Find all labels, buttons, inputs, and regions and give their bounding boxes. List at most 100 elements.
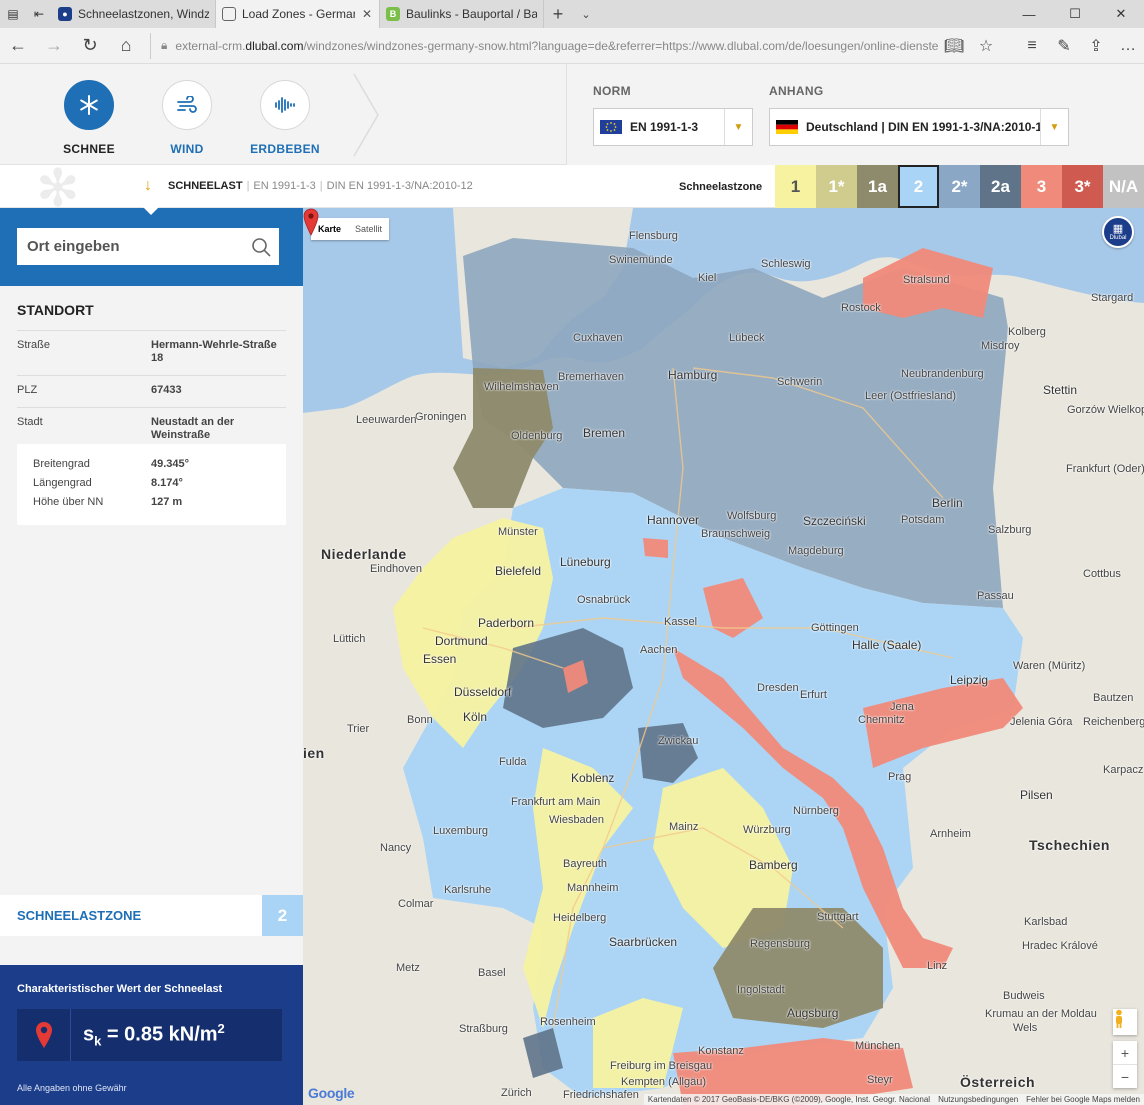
mode-earthquake[interactable]: ERDBEBEN bbox=[236, 64, 334, 165]
eu-flag-icon bbox=[600, 120, 622, 134]
zone-legend-item[interactable]: 2a bbox=[980, 165, 1021, 208]
zone-legend-item[interactable]: 2* bbox=[939, 165, 980, 208]
map-label: Wiesbaden bbox=[549, 814, 605, 826]
map-label: Essen bbox=[423, 652, 457, 666]
map-label: Prag bbox=[888, 771, 912, 783]
zone-legend-item[interactable]: 3 bbox=[1021, 165, 1062, 208]
new-tab-icon[interactable]: + bbox=[544, 0, 572, 28]
browser-tab-load-zones[interactable]: Load Zones - Germany ✕ bbox=[216, 0, 380, 28]
browser-tab-baulinks[interactable]: B Baulinks - Bauportal / Baum bbox=[380, 0, 544, 28]
refresh-icon[interactable]: ↻ bbox=[72, 28, 108, 64]
map-label: Gorzów Wielkopolski bbox=[1067, 404, 1144, 416]
map-label: Magdeburg bbox=[788, 545, 844, 557]
logo-text: Dlubal bbox=[1109, 234, 1127, 241]
detail-value: Neustadt an der Weinstraße bbox=[151, 416, 235, 441]
location-search bbox=[17, 228, 279, 265]
mode-wind[interactable]: WIND bbox=[138, 64, 236, 165]
location-search-input[interactable] bbox=[27, 238, 243, 255]
map-label: Neubrandenburg bbox=[901, 368, 984, 380]
mode-label: ERDBEBEN bbox=[250, 142, 320, 156]
snow-zone-map[interactable]: Karte Satellit ▦ Dlubal Flensburg Kiel R… bbox=[303, 208, 1144, 1105]
zone-legend: 1 1* 1a 2 2* 2a 3 3* N/A bbox=[775, 165, 1144, 208]
zone-legend-item[interactable]: 3* bbox=[1062, 165, 1103, 208]
forward-icon[interactable]: → bbox=[36, 28, 72, 64]
coord-value: 8.174° bbox=[151, 477, 183, 489]
map-label: Bayreuth bbox=[563, 858, 608, 870]
characteristic-value-panel: Charakteristischer Wert der Schneelast s… bbox=[0, 965, 303, 1105]
map-label: Rosenheim bbox=[540, 1016, 596, 1028]
map-label: Leipzig bbox=[950, 673, 989, 687]
map-pin-icon bbox=[17, 1009, 71, 1061]
map-label: Passau bbox=[977, 590, 1014, 602]
zone-legend-item[interactable]: N/A bbox=[1103, 165, 1144, 208]
tab-preview-chevron-icon[interactable]: ⌄ bbox=[572, 0, 600, 28]
anhang-value: Deutschland | DIN EN 1991-1-3/NA:2010-12 bbox=[806, 120, 1040, 134]
map-label: Bonn bbox=[407, 714, 433, 726]
map-label: Köln bbox=[463, 710, 488, 724]
map-label: Bremerhaven bbox=[558, 371, 625, 383]
detail-key: Stadt bbox=[17, 416, 43, 428]
map-label: Konstanz bbox=[698, 1045, 744, 1057]
zone-legend-item[interactable]: 2 bbox=[898, 165, 939, 208]
tab-title: Schneelastzonen, Windzone bbox=[78, 7, 209, 21]
reading-view-icon[interactable]: 📖︎ bbox=[938, 28, 970, 64]
share-icon[interactable]: ⇪ bbox=[1080, 28, 1112, 64]
map-label: Nancy bbox=[380, 842, 412, 854]
location-marker-icon[interactable] bbox=[303, 208, 319, 236]
dlubal-logo-button[interactable]: ▦ Dlubal bbox=[1102, 216, 1134, 248]
more-icon[interactable]: … bbox=[1112, 28, 1144, 64]
terms-link[interactable]: Nutzungsbedingungen bbox=[938, 1095, 1018, 1104]
browser-tab-bar: ▤ ⇤ ● Schneelastzonen, Windzone Load Zon… bbox=[0, 0, 1144, 28]
zoom-out-icon[interactable]: − bbox=[1113, 1064, 1137, 1088]
norm-select[interactable]: EN 1991-1-3 ▼ bbox=[593, 108, 753, 146]
maximize-icon[interactable]: ☐ bbox=[1052, 0, 1098, 28]
map-label: Linz bbox=[927, 960, 948, 972]
zone-legend-item[interactable]: 1a bbox=[857, 165, 898, 208]
characteristic-value-box: sk = 0.85 kN/m2 bbox=[17, 1009, 282, 1061]
map-label: Potsdam bbox=[901, 514, 945, 526]
browser-tab-schneelastzonen[interactable]: ● Schneelastzonen, Windzone bbox=[52, 0, 216, 28]
country-label-netherlands: Niederlande bbox=[321, 546, 407, 562]
mode-snow[interactable]: SCHNEE bbox=[40, 64, 138, 165]
report-error-link[interactable]: Fehler bei Google Maps melden bbox=[1026, 1095, 1140, 1104]
map-label: Hannover bbox=[647, 513, 700, 527]
map-type-satellite[interactable]: Satellit bbox=[348, 218, 389, 240]
map-label: Hradec Králové bbox=[1022, 940, 1098, 952]
map-label: Stuttgart bbox=[817, 911, 859, 923]
close-tab-icon[interactable]: ✕ bbox=[361, 7, 373, 21]
coord-row-altitude: Höhe über NN 127 m bbox=[33, 496, 270, 508]
map-label: Budweis bbox=[1003, 990, 1045, 1002]
coordinates-box: Breitengrad 49.345° Längengrad 8.174° Hö… bbox=[17, 444, 286, 525]
map-label: Basel bbox=[478, 967, 506, 979]
zone-legend-item[interactable]: 1* bbox=[816, 165, 857, 208]
zoom-in-icon[interactable]: + bbox=[1113, 1041, 1137, 1064]
zone-legend-item[interactable]: 1 bbox=[775, 165, 816, 208]
snow-load-zone-result: SCHNEELASTZONE 2 bbox=[0, 895, 303, 936]
country-label-belgium: ien bbox=[303, 745, 325, 761]
home-icon[interactable]: ⌂ bbox=[108, 28, 144, 64]
favorite-star-icon[interactable]: ☆ bbox=[970, 28, 1002, 64]
map-label: Frankfurt am Main bbox=[511, 796, 601, 808]
hub-icon[interactable]: ≡ bbox=[1016, 28, 1048, 64]
map-label: Halle (Saale) bbox=[852, 638, 922, 652]
map-label: Lübeck bbox=[729, 332, 765, 344]
minimize-icon[interactable]: — bbox=[1006, 0, 1052, 28]
detail-row-street: Straße Hermann-Wehrle-Straße 18 bbox=[17, 330, 286, 375]
anhang-select[interactable]: Deutschland | DIN EN 1991-1-3/NA:2010-12… bbox=[769, 108, 1069, 146]
snow-load-value: sk = 0.85 kN/m2 bbox=[83, 1021, 225, 1049]
url-field[interactable]: 🔒︎ external-crm.dlubal.com/windzones/win… bbox=[150, 32, 938, 59]
lock-icon: 🔒︎ bbox=[161, 38, 168, 52]
location-heading: STANDORT bbox=[17, 302, 94, 318]
map-label: Wels bbox=[1013, 1022, 1038, 1034]
back-icon[interactable]: ← bbox=[0, 28, 36, 64]
street-view-pegman-icon[interactable] bbox=[1113, 1009, 1137, 1035]
map-label: Colmar bbox=[398, 898, 434, 910]
set-aside-tabs-icon[interactable]: ⇤ bbox=[26, 0, 52, 28]
map-label: Oldenburg bbox=[511, 430, 563, 442]
web-note-icon[interactable]: ✎ bbox=[1048, 28, 1080, 64]
search-icon[interactable] bbox=[243, 237, 279, 257]
close-window-icon[interactable]: ✕ bbox=[1098, 0, 1144, 28]
map-label: Frankfurt (Oder) bbox=[1066, 463, 1144, 475]
coord-key: Höhe über NN bbox=[33, 496, 104, 508]
tab-manager-icon[interactable]: ▤ bbox=[0, 0, 26, 28]
